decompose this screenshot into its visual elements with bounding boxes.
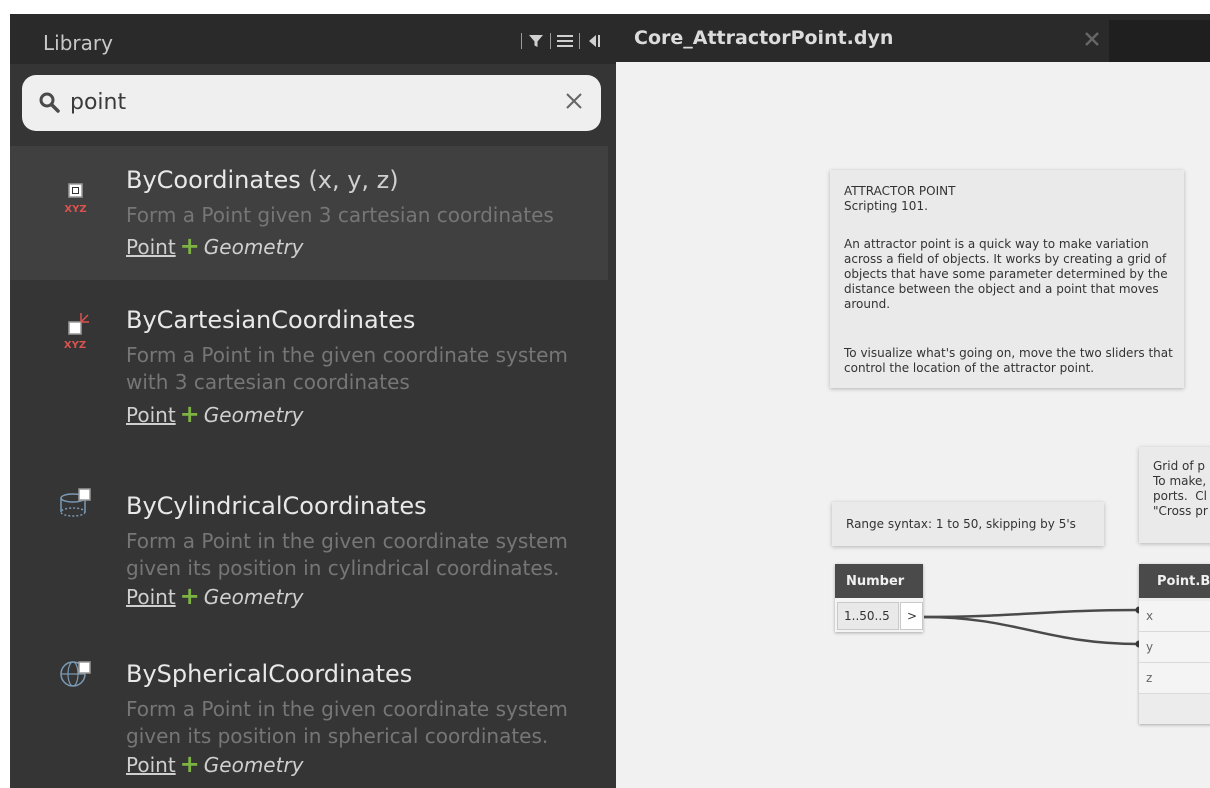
input-port-z[interactable]: z: [1139, 663, 1210, 694]
note-title: ATTRACTOR POINT: [844, 184, 956, 198]
number-value-field[interactable]: 1..50..5: [837, 602, 899, 630]
item-description: Form a Point in the given coordinate sys…: [126, 343, 568, 394]
point-by-cartesian-coordinates-icon: XYZ: [64, 313, 89, 351]
item-description: Form a Point in the given coordinate sys…: [126, 529, 568, 580]
library-toolbar: [521, 33, 602, 49]
port-label: y: [1146, 640, 1154, 654]
svg-text:XYZ: XYZ: [64, 340, 86, 351]
number-output-port[interactable]: >: [900, 602, 923, 630]
item-category-link[interactable]: Point: [126, 585, 176, 609]
item-group: Geometry: [203, 403, 304, 427]
item-title: ByCylindricalCoordinates: [126, 492, 427, 520]
collapse-panel-icon[interactable]: [586, 34, 602, 48]
library-item-bycartesiancoordinates[interactable]: XYZ ByCartesianCoordinates Form a Point …: [10, 282, 608, 428]
document-tab[interactable]: Core_AttractorPoint.dyn: [616, 14, 1210, 62]
plus-icon: +: [179, 582, 200, 610]
point-node[interactable]: Point.B x y z: [1139, 564, 1210, 724]
item-group: Geometry: [203, 753, 304, 777]
workspace-canvas[interactable]: ATTRACTOR POINT Scripting 101. An attrac…: [616, 62, 1210, 788]
item-params: (x, y, z): [300, 166, 399, 194]
search-input[interactable]: [70, 83, 540, 121]
toolbar-separator: [521, 33, 522, 49]
input-port-y[interactable]: y: [1139, 632, 1210, 663]
search-box[interactable]: [22, 75, 601, 131]
note-paragraph: An attractor point is a quick way to mak…: [844, 237, 1168, 311]
item-category: Point + Geometry: [126, 750, 304, 778]
library-item-bycylindricalcoordinates[interactable]: ByCylindricalCoordinates Form a Point in…: [10, 452, 608, 610]
toolbar-separator: [579, 33, 580, 49]
library-item-bycoordinates[interactable]: XYZ ByCoordinates (x, y, z) Form a Point…: [10, 146, 608, 280]
library-panel: Library XYZ ByCoordinates (x, y, z): [10, 14, 616, 788]
note-paragraph: To visualize what's going on, move the t…: [844, 346, 1173, 375]
tab-bar-empty-area: [1109, 20, 1210, 62]
point-by-cylindrical-coordinates-icon: [60, 488, 91, 517]
output-port-label: >: [907, 609, 918, 623]
list-view-icon[interactable]: [557, 34, 573, 48]
clear-search-icon[interactable]: [563, 90, 585, 112]
point-node-header[interactable]: Point.B: [1139, 564, 1210, 598]
item-title: ByCoordinates (x, y, z): [126, 166, 399, 194]
item-group: Geometry: [203, 585, 304, 609]
top-strip: [0, 0, 1210, 14]
item-category-link[interactable]: Point: [126, 403, 176, 427]
library-header: Library: [10, 14, 616, 64]
plus-icon: +: [179, 232, 200, 260]
port-label: x: [1146, 609, 1154, 623]
plus-icon: +: [179, 400, 200, 428]
item-category: Point + Geometry: [126, 582, 304, 610]
document-tab-title: Core_AttractorPoint.dyn: [634, 27, 894, 49]
port-label: z: [1146, 671, 1153, 685]
point-node-title: Point.B: [1157, 574, 1210, 589]
svg-text:XYZ: XYZ: [64, 204, 86, 215]
number-node-title: Number: [846, 574, 905, 589]
item-title: BySphericalCoordinates: [126, 660, 412, 688]
item-description: Form a Point given 3 cartesian coordinat…: [126, 203, 554, 227]
note-text: Grid of p To make, ports. Cl "Cross pr: [1153, 459, 1208, 518]
item-title: ByCartesianCoordinates: [126, 306, 415, 334]
item-name: ByCylindricalCoordinates: [126, 492, 427, 520]
point-by-coordinates-icon: XYZ: [64, 183, 87, 215]
number-node[interactable]: Number 1..50..5 >: [835, 564, 923, 632]
item-name: ByCoordinates: [126, 166, 301, 194]
close-tab-icon[interactable]: [1084, 31, 1100, 47]
app-window: Library XYZ ByCoordinates (x, y, z): [0, 0, 1210, 788]
attractor-point-note[interactable]: ATTRACTOR POINT Scripting 101. An attrac…: [830, 170, 1184, 388]
item-group: Geometry: [203, 235, 304, 259]
item-category-link[interactable]: Point: [126, 235, 176, 259]
note-text: Range syntax: 1 to 50, skipping by 5's: [846, 517, 1076, 531]
number-value: 1..50..5: [844, 609, 890, 623]
library-title: Library: [43, 31, 113, 55]
item-category: Point + Geometry: [126, 400, 304, 428]
item-name: ByCartesianCoordinates: [126, 306, 416, 334]
item-category: Point + Geometry: [126, 232, 304, 260]
note-subtitle: Scripting 101.: [844, 199, 928, 213]
input-port-x[interactable]: x: [1139, 601, 1210, 632]
library-item-bysphericalcoordinates[interactable]: BySphericalCoordinates Form a Point in t…: [10, 620, 608, 778]
toolbar-separator: [550, 33, 551, 49]
filter-icon[interactable]: [528, 33, 544, 49]
number-node-header[interactable]: Number: [835, 564, 923, 598]
item-name: BySphericalCoordinates: [126, 660, 413, 688]
item-category-link[interactable]: Point: [126, 753, 176, 777]
plus-icon: +: [179, 750, 200, 778]
point-by-spherical-coordinates-icon: [60, 661, 91, 687]
search-icon: [39, 92, 60, 113]
grid-note[interactable]: Grid of p To make, ports. Cl "Cross pr: [1139, 447, 1210, 543]
item-description: Form a Point in the given coordinate sys…: [126, 697, 568, 748]
range-syntax-note[interactable]: Range syntax: 1 to 50, skipping by 5's: [832, 502, 1104, 546]
